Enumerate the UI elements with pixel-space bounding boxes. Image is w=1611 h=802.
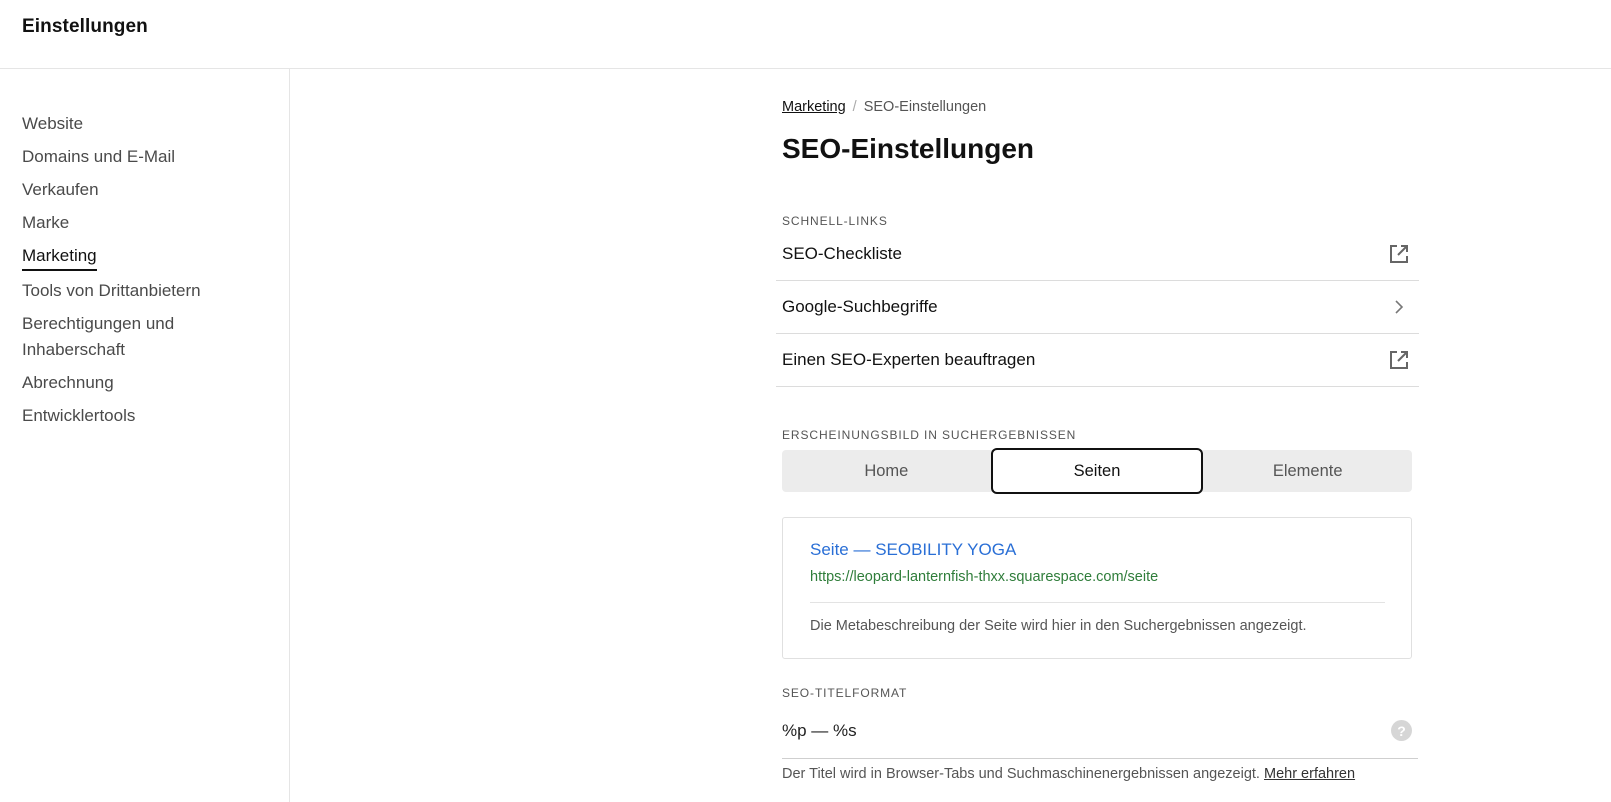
quick-link-hire-seo-expert[interactable]: Einen SEO-Experten beauftragen [776,334,1419,387]
external-link-icon [1387,348,1411,372]
top-bar: Einstellungen [0,0,1611,69]
help-icon[interactable]: ? [1391,720,1412,741]
sidebar-item-domains[interactable]: Domains und E-Mail [22,144,272,170]
external-link-icon [1387,242,1411,266]
breadcrumb-separator: / [852,99,857,115]
preview-divider [810,602,1385,603]
sidebar-item-marketing[interactable]: Marketing [22,243,272,271]
seo-title-format-label: SEO-TITELFORMAT [782,686,908,700]
app-title: Einstellungen [22,16,148,37]
quick-link-label: Einen SEO-Experten beauftragen [782,350,1036,369]
chevron-right-icon [1387,295,1411,319]
tab-seiten[interactable]: Seiten [990,448,1204,494]
sidebar: Website Domains und E-Mail Verkaufen Mar… [0,69,290,802]
breadcrumb-current: SEO-Einstellungen [863,99,987,115]
quick-link-google-search-terms[interactable]: Google-Suchbegriffe [776,281,1419,334]
quick-link-seo-checklist[interactable]: SEO-Checkliste [776,228,1419,281]
sidebar-nav: Website Domains und E-Mail Verkaufen Mar… [22,111,272,436]
quick-link-label: SEO-Checkliste [782,244,902,263]
sidebar-item-third-party-tools[interactable]: Tools von Drittanbietern [22,278,272,304]
sidebar-item-billing[interactable]: Abrechnung [22,370,272,396]
seo-title-format-hint: Der Titel wird in Browser-Tabs und Suchm… [782,766,1355,782]
search-appearance-label: ERSCHEINUNGSBILD IN SUCHERGEBNISSEN [782,428,1077,442]
sidebar-item-permissions[interactable]: Berechtigungen und Inhaberschaft [22,311,222,363]
breadcrumb-link-marketing[interactable]: Marketing [782,99,846,115]
search-result-preview: Seite — SEOBILITY YOGA https://leopard-l… [782,517,1412,659]
seo-title-format-field[interactable]: %p — %s ? [782,712,1418,759]
sidebar-item-marke[interactable]: Marke [22,210,272,236]
preview-title: Seite — SEOBILITY YOGA [810,540,1017,559]
search-appearance-tabs: Home Seiten Elemente [782,448,1412,494]
seo-title-format-value[interactable]: %p — %s [782,721,857,741]
hint-text: Der Titel wird in Browser-Tabs und Suchm… [782,766,1260,782]
sidebar-item-website[interactable]: Website [22,111,272,137]
tab-home[interactable]: Home [782,450,991,492]
page-title: SEO-Einstellungen [782,133,1035,164]
tab-elemente[interactable]: Elemente [1203,450,1412,492]
breadcrumb: Marketing / SEO-Einstellungen [782,99,986,115]
sidebar-item-verkaufen[interactable]: Verkaufen [22,177,272,203]
learn-more-link[interactable]: Mehr erfahren [1264,766,1355,782]
quick-links-label: SCHNELL-LINKS [782,214,888,228]
preview-description: Die Metabeschreibung der Seite wird hier… [810,618,1307,634]
quick-links-list: SEO-Checkliste Google-Suchbegriffe Einen… [776,228,1419,387]
preview-url: https://leopard-lanternfish-thxx.squares… [810,569,1159,585]
sidebar-item-developer-tools[interactable]: Entwicklertools [22,403,272,429]
quick-link-label: Google-Suchbegriffe [782,297,938,316]
